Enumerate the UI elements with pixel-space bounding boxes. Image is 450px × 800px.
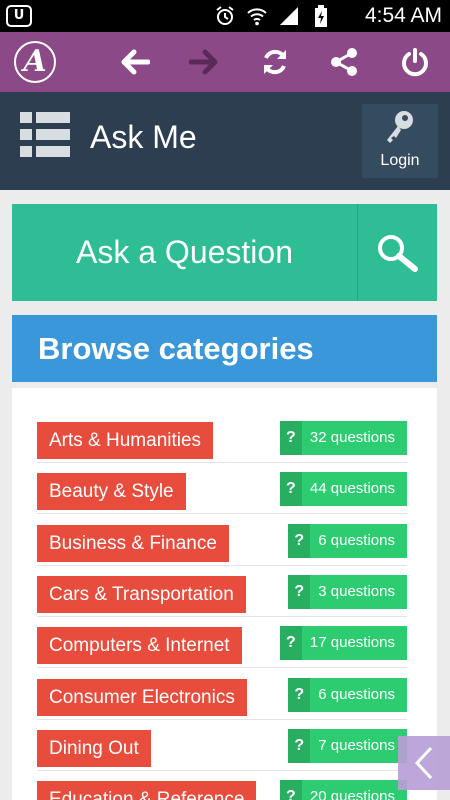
category-link[interactable]: Consumer Electronics [37,678,247,716]
question-count: 3 questions [318,582,395,600]
search-icon [377,234,418,272]
login-button[interactable]: Login [362,104,438,178]
question-mark-icon: ? [288,574,311,609]
question-count: 17 questions [309,634,395,652]
refresh-icon[interactable] [257,44,293,80]
category-link[interactable]: Dining Out [37,729,151,767]
search-button[interactable] [358,204,437,301]
question-count-badge[interactable]: ? 6 questions [288,523,407,558]
question-mark-icon: ? [279,421,302,455]
question-count-badge[interactable]: ? 20 questions [279,780,407,800]
question-count-badge[interactable]: ? 32 questions [279,421,407,455]
browse-title: Browse categories [38,331,314,366]
clock-time: 4:54 AM [364,4,442,27]
category-link[interactable]: Cars & Transportation [37,575,246,613]
question-count-badge[interactable]: ? 7 questions [288,728,407,763]
alarm-icon [214,5,236,27]
category-row: Cars & Transportation? 3 questions [37,566,407,617]
question-count-badge[interactable]: ? 6 questions [288,677,407,712]
collapse-panel-button[interactable] [398,736,450,790]
u-app-icon: U [6,5,32,27]
category-row: Education & Reference? 20 questions [37,771,407,800]
question-mark-icon: ? [288,677,311,712]
question-mark-icon: ? [279,780,302,800]
share-icon[interactable] [326,44,362,80]
category-link[interactable]: Arts & Humanities [37,422,214,459]
category-link[interactable]: Education & Reference [37,781,257,800]
menu-list-icon[interactable] [20,112,70,158]
category-row: Consumer Electronics? 6 questions [37,669,407,720]
question-count: 6 questions [318,531,395,549]
power-icon[interactable] [397,44,433,80]
question-count: 32 questions [309,429,395,446]
app-header: Ask Me Login [0,92,450,190]
category-link[interactable]: Business & Finance [37,524,229,562]
category-row: Business & Finance? 6 questions [37,515,407,566]
ask-question-bar: Ask a Question [12,204,437,301]
question-count-badge[interactable]: ? 44 questions [279,472,407,507]
signal-icon [278,5,300,27]
back-arrow-icon[interactable] [117,44,153,80]
category-row: Arts & Humanities? 32 questions [37,412,407,463]
question-count: 7 questions [318,736,395,754]
ask-question-button[interactable]: Ask a Question [12,204,357,301]
categories-list: Arts & Humanities? 32 questions Beauty & S… [12,388,437,800]
key-icon [384,110,416,146]
question-count-badge[interactable]: ? 3 questions [288,574,407,609]
chevron-left-icon [414,746,433,780]
status-bar: U 4:54 AM [0,0,450,32]
question-count: 6 questions [318,685,395,703]
category-row: Computers & Internet? 17 questions [37,617,407,669]
question-mark-icon: ? [279,626,302,661]
category-link[interactable]: Beauty & Style [37,473,186,511]
category-row: Dining Out? 7 questions [37,720,407,771]
question-mark-icon: ? [288,728,311,763]
category-link[interactable]: Computers & Internet [37,627,242,665]
app-title: Ask Me [90,119,197,155]
app-logo[interactable]: A [14,41,56,83]
browser-toolbar: A [0,32,450,92]
battery-icon [310,5,332,27]
wifi-icon [246,5,268,27]
login-label: Login [380,152,420,169]
browse-categories-header: Browse categories [12,315,437,382]
question-count: 20 questions [309,788,395,800]
question-count: 44 questions [309,480,395,498]
forward-arrow-icon[interactable] [186,44,222,80]
question-mark-icon: ? [288,523,311,558]
category-row: Beauty & Style? 44 questions [37,463,407,515]
question-count-badge[interactable]: ? 17 questions [279,626,407,661]
question-mark-icon: ? [279,472,302,507]
